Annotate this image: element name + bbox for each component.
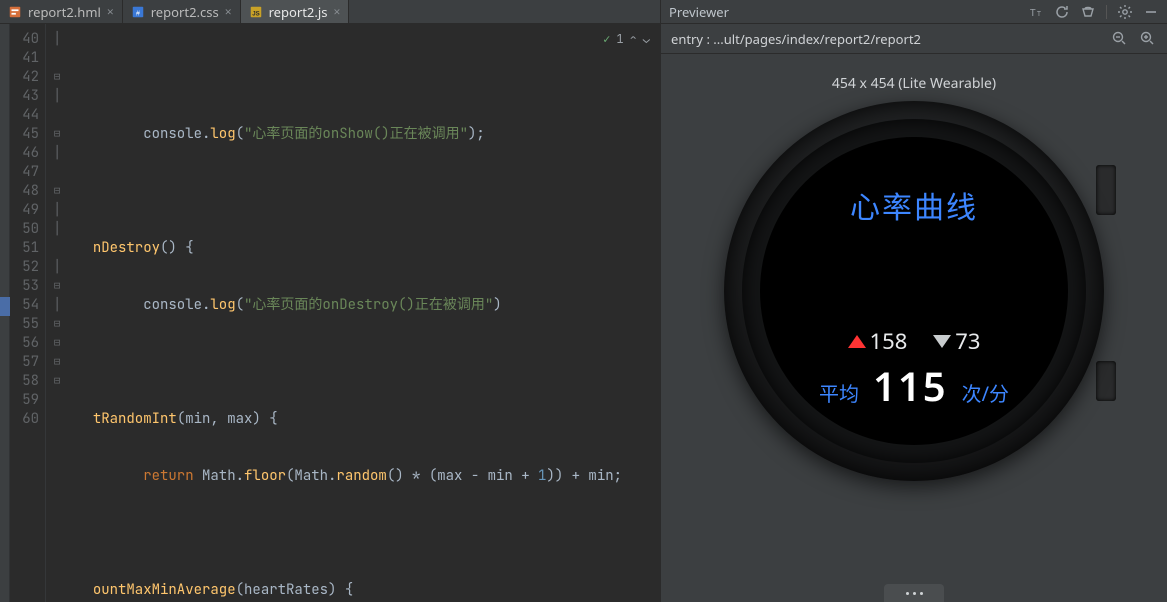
- watch-screen[interactable]: 心率曲线 158 73: [760, 137, 1068, 445]
- line-number: 54: [10, 296, 39, 315]
- editor-tabs: report2.hml × # report2.css × JS report2…: [0, 0, 660, 24]
- previewer-toolbar: Previewer TT: [660, 0, 1167, 24]
- svg-text:#: #: [136, 10, 140, 17]
- watch-device: 心率曲线 158 73: [724, 101, 1104, 481]
- line-number: 44: [10, 106, 39, 125]
- watch-crown-top: [1096, 165, 1116, 215]
- tab-report2-css[interactable]: # report2.css ×: [123, 0, 241, 23]
- line-number: 47: [10, 163, 39, 182]
- entry-path: entry : ...ult/pages/index/report2/repor…: [671, 30, 1101, 48]
- line-number: 57: [10, 353, 39, 372]
- profile-icon[interactable]: [1080, 4, 1096, 20]
- tab-report2-js[interactable]: JS report2.js ×: [241, 0, 350, 23]
- svg-text:JS: JS: [252, 10, 259, 17]
- line-number: 59: [10, 391, 39, 410]
- tab-label: report2.js: [269, 3, 328, 21]
- close-icon[interactable]: ×: [225, 3, 232, 20]
- line-number: 41: [10, 49, 39, 68]
- line-number: 50: [10, 220, 39, 239]
- line-number: 51: [10, 239, 39, 258]
- divider: [1106, 5, 1107, 19]
- font-size-icon[interactable]: TT: [1028, 4, 1044, 20]
- chevron-up-icon[interactable]: ⌃: [630, 30, 637, 49]
- line-number: 55: [10, 315, 39, 334]
- watch-crown-bottom: [1096, 361, 1116, 401]
- line-number: 52: [10, 258, 39, 277]
- line-number: 53: [10, 277, 39, 296]
- line-number: 43: [10, 87, 39, 106]
- preview-more-handle[interactable]: [884, 584, 944, 602]
- line-number: 60: [10, 410, 39, 429]
- svg-text:T: T: [1030, 5, 1036, 19]
- css-file-icon: #: [131, 5, 145, 19]
- previewer-panel: entry : ...ult/pages/index/report2/repor…: [660, 24, 1167, 602]
- zoom-out-icon[interactable]: [1111, 30, 1129, 48]
- triangle-up-icon: [848, 335, 866, 348]
- dimension-label: 454 x 454 (Lite Wearable): [832, 74, 996, 93]
- heart-rate-title: 心率曲线: [850, 183, 978, 227]
- line-number-gutter: 4041424344454647484950515253545556575859…: [10, 24, 46, 602]
- line-number: 40: [10, 30, 39, 49]
- tab-label: report2.hml: [28, 3, 101, 21]
- zoom-in-icon[interactable]: [1139, 30, 1157, 48]
- line-number: 46: [10, 144, 39, 163]
- triangle-down-icon: [933, 335, 951, 348]
- line-number: 45: [10, 125, 39, 144]
- tab-label: report2.css: [151, 3, 219, 21]
- line-number: 49: [10, 201, 39, 220]
- svg-text:T: T: [1037, 10, 1041, 19]
- inspection-widget[interactable]: ✓ 1 ⌃ ⌄: [603, 30, 650, 49]
- line-number: 48: [10, 182, 39, 201]
- gear-icon[interactable]: [1117, 4, 1133, 20]
- previewer-title: Previewer: [669, 3, 1018, 21]
- avg-value: 115: [873, 358, 948, 413]
- minimize-icon[interactable]: [1143, 4, 1159, 20]
- code-area[interactable]: ✓ 1 ⌃ ⌄ console.log("心率页面的onShow()正在被调用"…: [46, 24, 660, 602]
- avg-unit: 次/分: [962, 378, 1009, 407]
- line-number: 42: [10, 68, 39, 87]
- heart-rate-max: 158: [870, 326, 908, 356]
- inspection-count: 1: [616, 30, 623, 49]
- js-file-icon: JS: [249, 5, 263, 19]
- hml-file-icon: [8, 5, 22, 19]
- preview-stage: 454 x 454 (Lite Wearable) 心率曲线 158: [661, 54, 1167, 602]
- marker-stripe: [0, 24, 10, 602]
- refresh-icon[interactable]: [1054, 4, 1070, 20]
- chevron-down-icon[interactable]: ⌄: [643, 30, 650, 49]
- tab-report2-hml[interactable]: report2.hml ×: [0, 0, 123, 23]
- close-icon[interactable]: ×: [107, 3, 114, 20]
- heart-rate-min: 73: [955, 326, 980, 356]
- line-number: 58: [10, 372, 39, 391]
- check-icon: ✓: [603, 30, 610, 49]
- previewer-entry-bar: entry : ...ult/pages/index/report2/repor…: [661, 24, 1167, 54]
- close-icon[interactable]: ×: [333, 3, 340, 20]
- avg-label: 平均: [819, 378, 859, 407]
- code-editor[interactable]: 4041424344454647484950515253545556575859…: [0, 24, 660, 602]
- line-number: 56: [10, 334, 39, 353]
- heart-rate-maxmin-row: 158 73: [760, 326, 1068, 356]
